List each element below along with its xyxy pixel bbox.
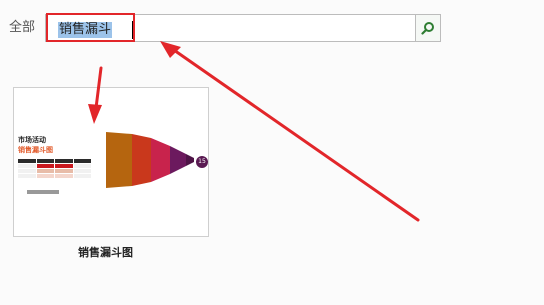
template-search-panel: 全部 销售漏斗 市场活动 销售漏斗图 15 销售漏斗图 [0,0,544,305]
annotation-arrows [88,41,420,222]
